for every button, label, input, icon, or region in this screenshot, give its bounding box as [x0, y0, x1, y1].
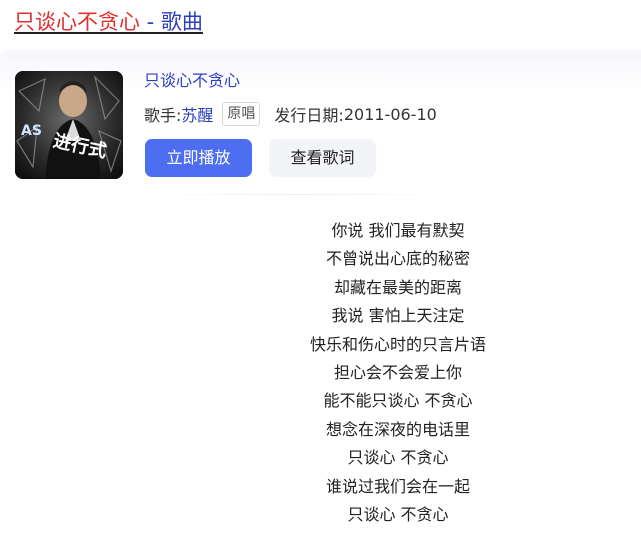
lyrics-line: 想念在深夜的电话里 — [325, 419, 470, 439]
lyrics-line: 我说 害怕上天注定 — [331, 306, 465, 326]
song-meta: 歌手: 苏醒 原唱 发行日期: 2011-06-10 — [144, 101, 437, 127]
lyrics-line: 快乐和伤心时的只言片语 — [309, 334, 486, 354]
lyrics-line: 能不能只谈心 不贪心 — [323, 391, 473, 411]
album-cover[interactable]: AS 进行式 — [15, 71, 123, 179]
divider — [150, 194, 450, 195]
lyrics-line: 却藏在最美的距离 — [333, 277, 462, 297]
lyrics-line: 只谈心 不贪心 — [347, 504, 449, 524]
lyrics-line: 只谈心 不贪心 — [347, 448, 449, 468]
lyrics-line: 担心会不会爱上你 — [333, 362, 462, 382]
title-rest: - 歌曲 — [140, 10, 203, 34]
lyrics-line: 你说 我们最有默契 — [331, 221, 465, 240]
singer-label: 歌手: — [144, 106, 182, 125]
album-cover-art: AS 进行式 — [15, 71, 123, 179]
lyrics-block: 你说 我们最有默契 不曾说出心底的秘密 却藏在最美的距离 我说 害怕上天注定 快… — [278, 217, 518, 529]
view-lyrics-button[interactable]: 查看歌词 — [269, 139, 376, 177]
lyrics-line: 谁说过我们会在一起 — [325, 476, 470, 496]
song-name-link[interactable]: 只谈心不贪心 — [144, 68, 240, 94]
cover-logo: AS — [21, 123, 42, 139]
title-highlight: 只谈心不贪心 — [14, 10, 140, 34]
release-date: 2011-06-10 — [343, 104, 437, 124]
singer-name-link[interactable]: 苏醒 — [181, 102, 213, 126]
original-badge: 原唱 — [222, 102, 261, 126]
result-title-link[interactable]: 只谈心不贪心 - 歌曲 — [14, 8, 203, 36]
release-label: 发行日期: — [274, 106, 344, 125]
play-now-button[interactable]: 立即播放 — [145, 139, 252, 177]
lyrics-line: 不曾说出心底的秘密 — [325, 249, 470, 269]
